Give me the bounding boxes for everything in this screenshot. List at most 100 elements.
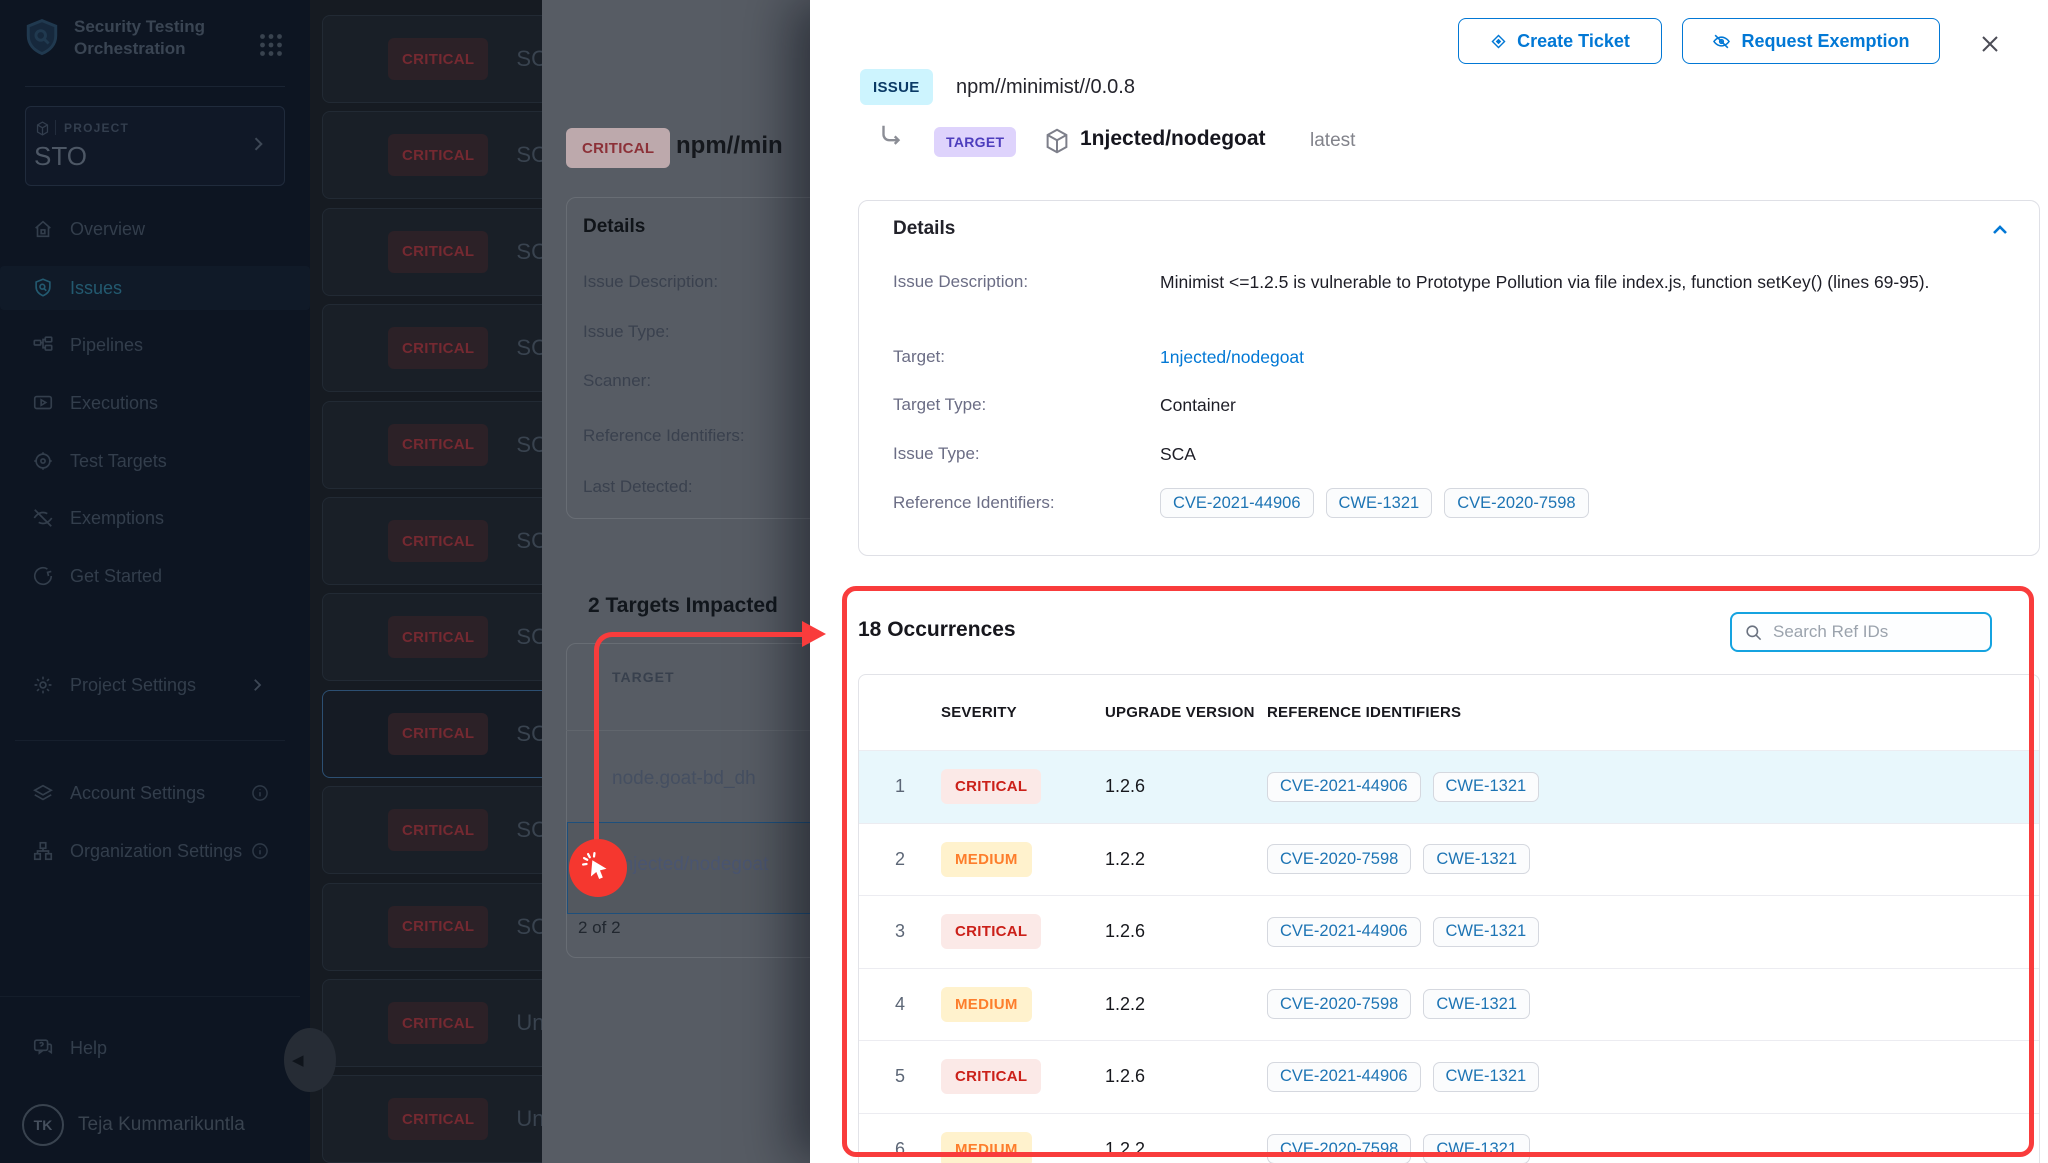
issue-type: SCA — [516, 624, 542, 650]
search-icon — [1744, 623, 1763, 642]
issue-type: SCA — [516, 142, 542, 168]
severity-badge: CRITICAL — [388, 906, 488, 948]
ref-id-pill[interactable]: CVE-2021-44906 — [1267, 917, 1421, 947]
ref-id-pill[interactable]: CWE-1321 — [1423, 844, 1530, 874]
issue-type: SCA — [516, 432, 542, 458]
ref-id-pill[interactable]: CWE-1321 — [1326, 488, 1433, 518]
project-selector[interactable]: PROJECT STO — [25, 106, 285, 186]
package-cube-icon — [1042, 126, 1072, 156]
issue-detail-panel: CRITICAL npm//min Details Issue Descript… — [542, 0, 810, 1163]
target-row[interactable]: 1njected/nodegoat — [612, 854, 768, 876]
target-name: 1njected/nodegoat — [1080, 127, 1266, 151]
request-exemption-button[interactable]: Request Exemption — [1682, 18, 1940, 64]
row-index: 5 — [859, 1066, 941, 1087]
user-avatar[interactable]: TK — [22, 1104, 64, 1146]
app-switcher-grid-icon[interactable] — [254, 28, 288, 62]
sidebar-item-help[interactable]: Help — [0, 1026, 310, 1070]
gear-icon — [32, 674, 54, 696]
field-label: Reference Identifiers: — [583, 426, 745, 446]
chevron-up-icon[interactable] — [1988, 218, 2012, 242]
ref-id-pill[interactable]: CVE-2020-7598 — [1267, 1134, 1411, 1163]
eye-off-icon — [1712, 32, 1731, 51]
severity-badge: CRITICAL — [388, 231, 488, 273]
issue-list-row[interactable]: CRITICAL SCA — [322, 593, 542, 681]
issue-type: Unk — [516, 1010, 542, 1036]
row-index: 2 — [859, 849, 941, 870]
target-icon — [32, 450, 54, 472]
sidebar-divider — [25, 86, 285, 87]
issue-list-row[interactable]: CRITICAL SCA — [322, 304, 542, 392]
search-ref-ids-input[interactable] — [1771, 621, 1978, 643]
field-label: Issue Description: — [583, 272, 718, 292]
ref-id-pill[interactable]: CWE-1321 — [1423, 989, 1530, 1019]
issue-list-row[interactable]: CRITICAL SCA — [322, 401, 542, 489]
sidebar-item-label: Project Settings — [70, 675, 196, 696]
field-label: Issue Description: — [893, 272, 1028, 292]
reference-identifiers: CVE-2020-7598 CWE-1321 — [1267, 844, 1530, 874]
issue-list-row[interactable]: CRITICAL SCA — [322, 15, 542, 103]
search-box[interactable] — [1730, 612, 1992, 652]
ref-id-pill[interactable]: CWE-1321 — [1433, 772, 1540, 802]
issue-list-row[interactable]: CRITICAL SCA — [322, 786, 542, 874]
create-ticket-button[interactable]: Create Ticket — [1458, 18, 1662, 64]
ref-id-pill[interactable]: CWE-1321 — [1433, 1062, 1540, 1092]
sidebar-item-exemptions[interactable]: Exemptions — [0, 496, 310, 540]
ref-id-pill[interactable]: CWE-1321 — [1433, 917, 1540, 947]
issue-list-row[interactable]: CRITICAL SCA — [322, 497, 542, 585]
sidebar-item-test-targets[interactable]: Test Targets — [0, 439, 310, 483]
severity-badge: CRITICAL — [388, 327, 488, 369]
chevron-right-icon — [248, 676, 266, 694]
sidebar-item-overview[interactable]: Overview — [0, 207, 310, 251]
issue-name: npm//minimist//0.0.8 — [956, 76, 1135, 99]
eye-off-icon — [32, 507, 54, 529]
sidebar-item-project-settings[interactable]: Project Settings — [0, 663, 310, 707]
issue-type-value: SCA — [1160, 444, 1196, 465]
occurrence-row: 4 MEDIUM 1.2.2 CVE-2020-7598CWE-1321 — [859, 969, 2039, 1042]
sidebar-item-account-settings[interactable]: Account Settings — [0, 771, 310, 815]
ref-id-pill[interactable]: CWE-1321 — [1423, 1134, 1530, 1163]
sidebar-item-issues[interactable]: Issues — [0, 266, 310, 310]
severity-badge: CRITICAL — [388, 424, 488, 466]
ref-id-pill[interactable]: CVE-2020-7598 — [1267, 844, 1411, 874]
sidebar-item-pipelines[interactable]: Pipelines — [0, 323, 310, 367]
issue-list-row[interactable]: CRITICAL SCA — [322, 208, 542, 296]
sidebar-item-get-started[interactable]: Get Started — [0, 554, 310, 598]
target-link[interactable]: 1njected/nodegoat — [1160, 347, 1304, 368]
chevron-right-icon — [248, 134, 268, 154]
ref-id-pill[interactable]: CVE-2021-44906 — [1267, 772, 1421, 802]
field-label: Issue Type: — [893, 444, 980, 464]
ref-id-pill[interactable]: CVE-2020-7598 — [1267, 989, 1411, 1019]
info-icon — [250, 783, 270, 803]
sidebar-item-label: Executions — [70, 393, 158, 414]
sidebar-item-label: Exemptions — [70, 508, 164, 529]
issue-list-row[interactable]: CRITICAL SCA — [322, 883, 542, 971]
upgrade-version: 1.2.2 — [1105, 849, 1267, 870]
reference-identifiers: CVE-2020-7598 CWE-1321 — [1267, 1134, 1530, 1163]
sidebar-item-organization-settings[interactable]: Organization Settings — [0, 829, 310, 873]
sidebar-item-executions[interactable]: Executions — [0, 381, 310, 425]
issue-list-row[interactable]: CRITICAL Unk — [322, 1075, 542, 1163]
close-icon[interactable] — [1972, 26, 2008, 62]
ref-id-pill[interactable]: CVE-2021-44906 — [1267, 1062, 1421, 1092]
issues-list-panel: CRITICAL SCA CRITICAL SCA CRITICAL SCA C… — [310, 0, 542, 1163]
issue-list-row[interactable]: CRITICAL Unk — [322, 979, 542, 1067]
severity-badge: CRITICAL — [388, 1002, 488, 1044]
sidebar-item-label: Organization Settings — [70, 841, 242, 862]
issue-list-row[interactable]: CRITICAL SCA — [322, 111, 542, 199]
issue-type: SCA — [516, 528, 542, 554]
ref-id-pill[interactable]: CVE-2020-7598 — [1444, 488, 1588, 518]
reference-identifiers: CVE-2021-44906 CWE-1321 — [1267, 772, 1539, 802]
info-icon — [250, 841, 270, 861]
details-heading: Details — [893, 218, 955, 240]
screen: Security Testing Orchestration PROJECT S… — [0, 0, 2048, 1163]
occurrence-row: 6 MEDIUM 1.2.2 CVE-2020-7598CWE-1321 — [859, 1114, 2039, 1163]
ref-id-pill[interactable]: CVE-2021-44906 — [1160, 488, 1314, 518]
target-row[interactable]: node.goat-bd_dh — [612, 768, 756, 790]
sidebar-item-label: Help — [70, 1038, 107, 1059]
issue-list-row[interactable]: CRITICAL SCA — [322, 690, 542, 778]
issue-title: npm//min — [676, 132, 783, 160]
row-index: 6 — [859, 1139, 941, 1160]
sidebar-collapse-handle[interactable]: ◀ — [284, 1028, 336, 1092]
occurrence-row: 2 MEDIUM 1.2.2 CVE-2020-7598CWE-1321 — [859, 824, 2039, 897]
issue-type: SCA — [516, 239, 542, 265]
